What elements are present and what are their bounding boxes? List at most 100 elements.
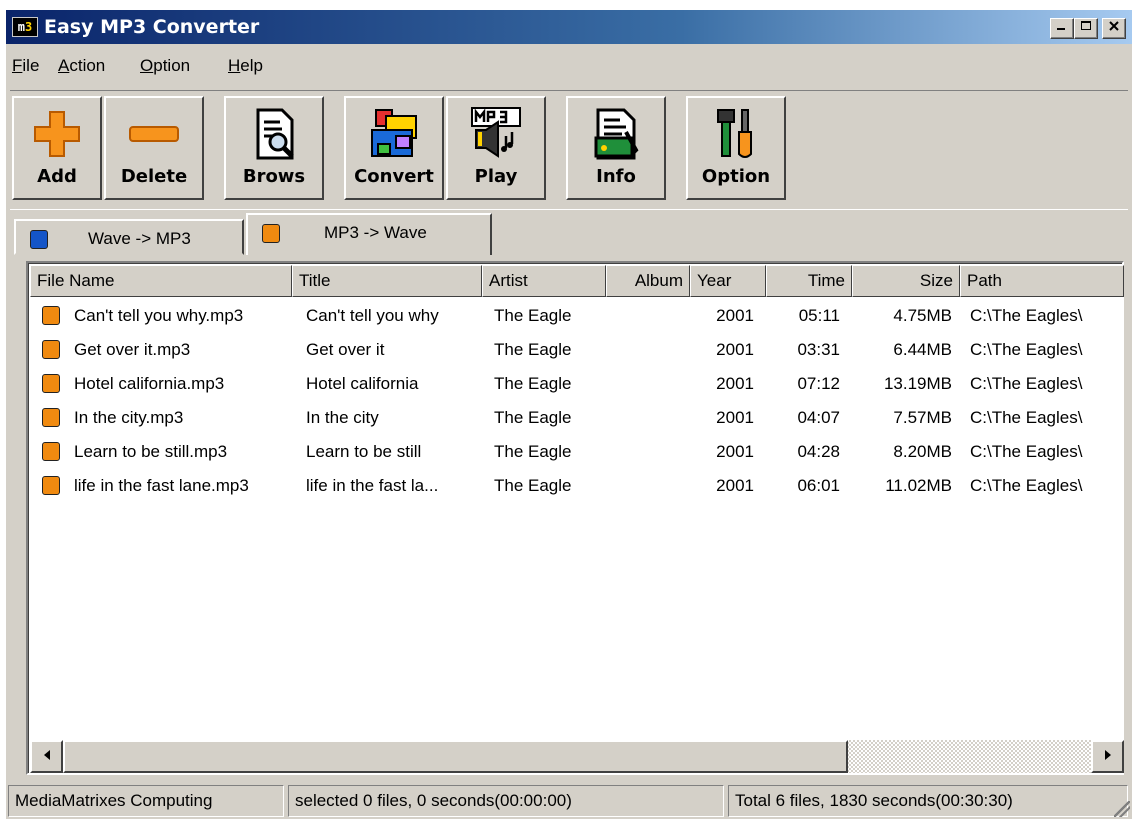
status-total: Total 6 files, 1830 seconds(00:30:30) <box>728 785 1128 817</box>
cell-year: 2001 <box>716 408 754 427</box>
cell-time: 07:12 <box>797 374 840 393</box>
cell-size: 6.44MB <box>893 340 952 359</box>
cell-title: Can't tell you why <box>306 306 439 325</box>
toolbar: Add Delete Brows Convert Play Info Optio… <box>10 90 1128 210</box>
column-header-album[interactable]: Album <box>606 265 690 297</box>
cell-artist: The Eagle <box>494 340 572 359</box>
table-row[interactable]: Can't tell you why.mp3 Can't tell you why… <box>30 299 1124 333</box>
column-header-year[interactable]: Year <box>690 265 766 297</box>
minimize-button[interactable] <box>1050 18 1074 39</box>
close-icon <box>1109 21 1119 31</box>
window-title: Easy MP3 Converter <box>44 16 260 38</box>
column-header-path[interactable]: Path <box>960 265 1124 297</box>
play-file-icon <box>262 224 280 243</box>
cell-size: 13.19MB <box>883 374 952 393</box>
scroll-thumb[interactable] <box>63 740 848 773</box>
mp3-file-icon <box>42 306 60 325</box>
cell-path: C:\The Eagles\ <box>970 442 1083 461</box>
add-button[interactable]: Add <box>12 96 102 200</box>
option-button[interactable]: Option <box>686 96 786 200</box>
scroll-right-button[interactable] <box>1091 740 1124 773</box>
delete-button[interactable]: Delete <box>104 96 204 200</box>
cell-time: 05:11 <box>798 306 840 325</box>
table-row[interactable]: In the city.mp3 In the city The Eagle 2001 0… <box>30 401 1124 435</box>
cell-year: 2001 <box>716 374 754 393</box>
arrow-left-icon <box>43 750 50 760</box>
info-icon <box>594 108 639 160</box>
mp3-file-icon <box>42 340 60 359</box>
column-header-artist[interactable]: Artist <box>482 265 606 297</box>
menu-action[interactable]: Action <box>58 56 105 76</box>
cell-artist: The Eagle <box>494 442 572 461</box>
column-header-time[interactable]: Time <box>766 265 852 297</box>
info-button[interactable]: Info <box>566 96 666 200</box>
tab-mp3-to-wave[interactable]: MP3 -> Wave <box>246 213 492 255</box>
status-company: MediaMatrixes Computing <box>8 785 284 817</box>
mp3-file-icon <box>42 374 60 393</box>
cell-file: In the city.mp3 <box>74 408 184 427</box>
table-row[interactable]: Get over it.mp3 Get over it The Eagle 2001 0… <box>30 333 1124 367</box>
cell-time: 03:31 <box>797 340 840 359</box>
table-row[interactable]: Learn to be still.mp3 Learn to be still Th… <box>30 435 1124 469</box>
cell-file: Can't tell you why.mp3 <box>74 306 244 325</box>
cell-time: 04:07 <box>797 408 840 427</box>
menu-bar: File Action Option Help <box>6 48 1132 82</box>
cell-file: Hotel california.mp3 <box>74 374 225 393</box>
title-bar[interactable]: m3 Easy MP3 Converter <box>6 10 1132 44</box>
cell-title: Hotel california <box>306 374 419 393</box>
cell-year: 2001 <box>716 476 754 495</box>
tab-wave-to-mp3[interactable]: Wave -> MP3 <box>14 219 244 255</box>
app-logo-icon: m3 <box>12 17 38 37</box>
maximize-button[interactable] <box>1074 18 1098 39</box>
close-button[interactable] <box>1102 18 1126 39</box>
convert-button[interactable]: Convert <box>344 96 444 200</box>
cell-path: C:\The Eagles\ <box>970 408 1083 427</box>
convert-icon <box>371 109 417 157</box>
tab-bar: Wave -> MP3 MP3 -> Wave <box>10 211 1128 256</box>
mp3-file-icon <box>42 442 60 461</box>
maximize-icon <box>1081 21 1091 30</box>
column-header-size[interactable]: Size <box>852 265 960 297</box>
play-button[interactable]: Play <box>446 96 546 200</box>
menu-help[interactable]: Help <box>228 56 263 76</box>
cell-title: In the city <box>306 408 379 427</box>
play-file-icon <box>30 230 48 249</box>
browse-document-icon <box>256 108 294 160</box>
column-header-title[interactable]: Title <box>292 265 482 297</box>
add-icon <box>34 111 80 157</box>
cell-file: Get over it.mp3 <box>74 340 191 359</box>
brows-button[interactable]: Brows <box>224 96 324 200</box>
cell-year: 2001 <box>716 442 754 461</box>
horizontal-scrollbar[interactable] <box>30 740 1124 773</box>
mp3-file-icon <box>42 408 60 427</box>
cell-size: 11.02MB <box>885 476 952 495</box>
column-header-file-name[interactable]: File Name <box>30 265 292 297</box>
scroll-left-button[interactable] <box>30 740 63 773</box>
table-row[interactable]: life in the fast lane.mp3 life in the fas… <box>30 469 1124 503</box>
cell-year: 2001 <box>716 306 754 325</box>
status-bar: MediaMatrixes Computing selected 0 files… <box>6 785 1132 819</box>
table-row[interactable]: Hotel california.mp3 Hotel california The … <box>30 367 1124 401</box>
menu-option[interactable]: Option <box>140 56 190 76</box>
cell-title: Learn to be still <box>306 442 422 461</box>
cell-path: C:\The Eagles\ <box>970 340 1083 359</box>
resize-grip-icon[interactable] <box>1114 801 1130 817</box>
menu-file[interactable]: File <box>12 56 39 76</box>
cell-size: 8.20MB <box>893 442 952 461</box>
cell-path: C:\The Eagles\ <box>970 476 1083 495</box>
tools-icon <box>717 109 752 158</box>
cell-title: life in the fast la... <box>306 476 439 495</box>
arrow-right-icon <box>1104 750 1111 760</box>
cell-artist: The Eagle <box>494 374 572 393</box>
cell-artist: The Eagle <box>494 408 572 427</box>
minus-icon <box>129 126 179 142</box>
cell-file: Learn to be still.mp3 <box>74 442 228 461</box>
cell-size: 7.57MB <box>893 408 952 427</box>
file-list[interactable]: File Name Title Artist Album Year Time S… <box>26 261 1124 775</box>
status-selected: selected 0 files, 0 seconds(00:00:00) <box>288 785 724 817</box>
mp3-file-icon <box>42 476 60 495</box>
app-window: m3 Easy MP3 Converter File Action Option… <box>6 10 1132 819</box>
cell-artist: The Eagle <box>494 476 572 495</box>
minimize-icon <box>1057 28 1065 30</box>
cell-size: 4.75MB <box>893 306 952 325</box>
